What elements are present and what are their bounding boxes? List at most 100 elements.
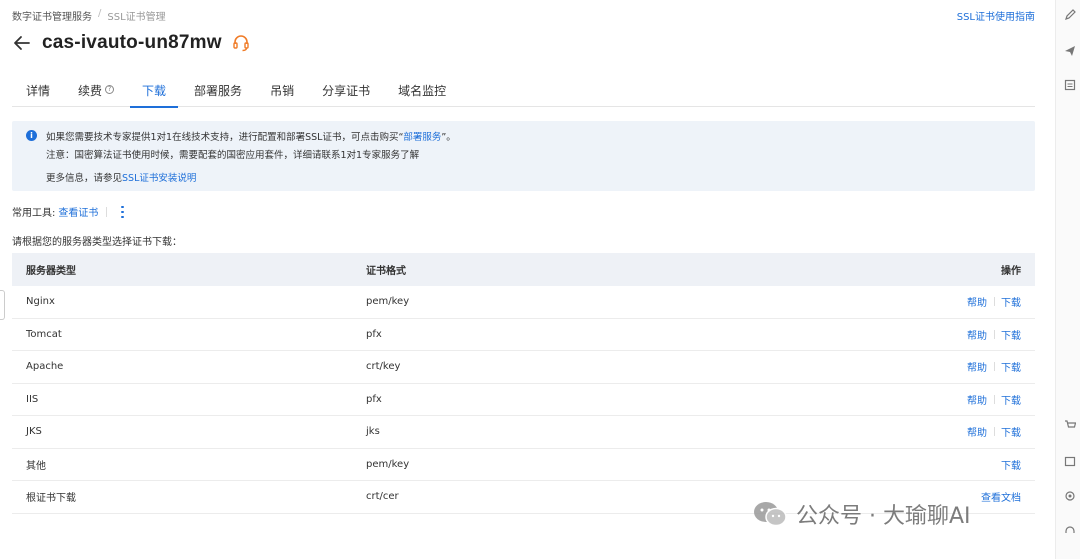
tools-label: 常用工具: — [12, 208, 56, 219]
cart-icon[interactable] — [1064, 416, 1077, 428]
header-server-type: 服务器类型 — [26, 266, 76, 277]
cert-format: pfx — [366, 393, 382, 405]
send-icon[interactable] — [1064, 42, 1076, 56]
download-hint: 请根据您的服务器类型选择证书下载： — [12, 237, 182, 248]
help-link[interactable]: 帮助 — [967, 424, 987, 439]
header-format: 证书格式 — [366, 266, 406, 277]
page-title: cas-ivauto-un87mw — [42, 32, 222, 53]
download-link[interactable]: 下载 — [1001, 359, 1021, 374]
download-link[interactable]: 下载 — [1001, 294, 1021, 309]
watermark: 公众号 · 大瑜聊AI — [752, 498, 971, 530]
headset-icon[interactable] — [1064, 522, 1076, 534]
edit-icon[interactable] — [1064, 6, 1076, 20]
page: 数字证书管理服务 / SSL证书管理 SSL证书使用指南 cas-ivauto-… — [0, 0, 1055, 559]
watermark-text: 公众号 · 大瑜聊AI — [796, 504, 971, 529]
tab-bar: 详情 续费? 下载 部署服务 吊销 分享证书 域名监控 — [12, 76, 1035, 108]
ssl-guide-link[interactable]: SSL证书使用指南 — [957, 8, 1035, 23]
install-guide-link[interactable]: SSL证书安装说明 — [122, 173, 196, 184]
tab-label: 吊销 — [270, 84, 295, 98]
tab-label: 详情 — [26, 84, 51, 98]
document-icon[interactable] — [1064, 76, 1076, 91]
question-icon[interactable]: ? — [105, 85, 115, 94]
info-notice: i 如果您需要技术专家提供1对1在线技术支持，进行配置和部署SSL证书，可点击购… — [12, 121, 1035, 191]
row-actions: 帮助 下载 — [912, 294, 1035, 309]
info-icon: i — [26, 130, 37, 141]
help-link[interactable]: 帮助 — [967, 294, 987, 309]
help-link[interactable]: 帮助 — [967, 392, 987, 407]
cert-format: pfx — [366, 328, 382, 340]
view-docs-link[interactable]: 查看文档 — [981, 489, 1021, 504]
server-type: 其他 — [26, 460, 46, 472]
tab-deploy[interactable]: 部署服务 — [180, 76, 256, 107]
more-vertical-icon[interactable] — [117, 205, 127, 219]
cert-format: pem/key — [366, 458, 410, 470]
server-type: Nginx — [26, 296, 55, 308]
download-link[interactable]: 下载 — [1001, 457, 1021, 472]
notice-text: 更多信息，请参见 — [46, 173, 123, 184]
tab-label: 续费 — [78, 84, 103, 98]
right-toolbar — [1055, 0, 1080, 559]
table-row: 其他 pem/key 下载 — [12, 449, 1035, 481]
table-header: 服务器类型 证书格式 操作 — [12, 253, 1035, 286]
row-actions: 帮助 下载 — [912, 327, 1035, 342]
cert-format: pem/key — [366, 296, 410, 308]
tab-share[interactable]: 分享证书 — [308, 76, 384, 107]
download-link[interactable]: 下载 — [1001, 424, 1021, 439]
breadcrumb-item-service[interactable]: 数字证书管理服务 — [12, 8, 92, 23]
tab-revoke[interactable]: 吊销 — [256, 76, 308, 107]
back-arrow-icon[interactable] — [12, 33, 32, 53]
table-row: Nginx pem/key 帮助 下载 — [12, 286, 1035, 319]
wechat-icon — [752, 499, 788, 529]
breadcrumb: 数字证书管理服务 / SSL证书管理 — [12, 8, 166, 23]
table-row: Apache crt/key 帮助 下载 — [12, 351, 1035, 384]
divider — [994, 394, 995, 404]
breadcrumb-item-ssl[interactable]: SSL证书管理 — [107, 8, 165, 23]
title-row: cas-ivauto-un87mw — [12, 32, 250, 54]
tab-renew[interactable]: 续费? — [64, 76, 128, 107]
tab-download[interactable]: 下载 — [128, 76, 180, 108]
help-link[interactable]: 帮助 — [967, 327, 987, 342]
row-actions: 帮助 下载 — [912, 359, 1035, 374]
download-link[interactable]: 下载 — [1001, 327, 1021, 342]
divider — [106, 206, 108, 217]
notice-line-3: 更多信息，请参见SSL证书安装说明 — [46, 170, 196, 184]
notice-line-2: 注意：国密算法证书使用时候，需要配套的国密应用套件，详细请联系1对1专家服务了解 — [46, 150, 420, 161]
deploy-service-link[interactable]: 部署服务 — [403, 132, 441, 143]
tab-domain-monitor[interactable]: 域名监控 — [384, 76, 460, 107]
divider — [994, 329, 995, 339]
tab-label: 部署服务 — [194, 84, 243, 98]
divider — [994, 362, 995, 372]
table-row: JKS jks 帮助 下载 — [12, 416, 1035, 449]
header-actions: 操作 — [1001, 266, 1021, 277]
settings-icon[interactable] — [1064, 487, 1076, 501]
download-link[interactable]: 下载 — [1001, 392, 1021, 407]
view-cert-link[interactable]: 查看证书 — [58, 204, 98, 219]
row-actions: 帮助 下载 — [912, 424, 1035, 439]
side-collapse-handle[interactable] — [0, 290, 5, 320]
server-type: JKS — [26, 426, 42, 438]
download-table: 服务器类型 证书格式 操作 Nginx pem/key 帮助 下载 Tomcat … — [12, 253, 1035, 514]
calendar-icon[interactable] — [1064, 452, 1076, 467]
row-actions: 下载 — [912, 457, 1035, 472]
headset-support-icon[interactable] — [232, 34, 250, 52]
table-row: Tomcat pfx 帮助 下载 — [12, 319, 1035, 351]
common-tools: 常用工具: 查看证书 — [12, 204, 127, 219]
table-row: IIS pfx 帮助 下载 — [12, 384, 1035, 416]
row-actions: 帮助 下载 — [912, 392, 1035, 407]
tab-label: 域名监控 — [398, 84, 447, 98]
divider — [994, 427, 995, 437]
breadcrumb-separator: / — [98, 8, 102, 19]
tab-label: 下载 — [142, 84, 167, 98]
divider — [994, 297, 995, 307]
notice-text: 如果您需要技术专家提供1对1在线技术支持，进行配置和部署SSL证书，可点击购买“ — [46, 132, 404, 143]
tab-label: 分享证书 — [322, 84, 371, 98]
notice-line-1: 如果您需要技术专家提供1对1在线技术支持，进行配置和部署SSL证书，可点击购买“… — [46, 129, 456, 143]
help-link[interactable]: 帮助 — [967, 359, 987, 374]
tab-details[interactable]: 详情 — [12, 76, 64, 107]
cert-format: jks — [366, 426, 380, 438]
server-type: Tomcat — [26, 328, 62, 340]
cert-format: crt/key — [366, 361, 401, 373]
server-type: IIS — [26, 393, 39, 405]
server-type: 根证书下载 — [26, 493, 76, 505]
server-type: Apache — [26, 361, 64, 373]
